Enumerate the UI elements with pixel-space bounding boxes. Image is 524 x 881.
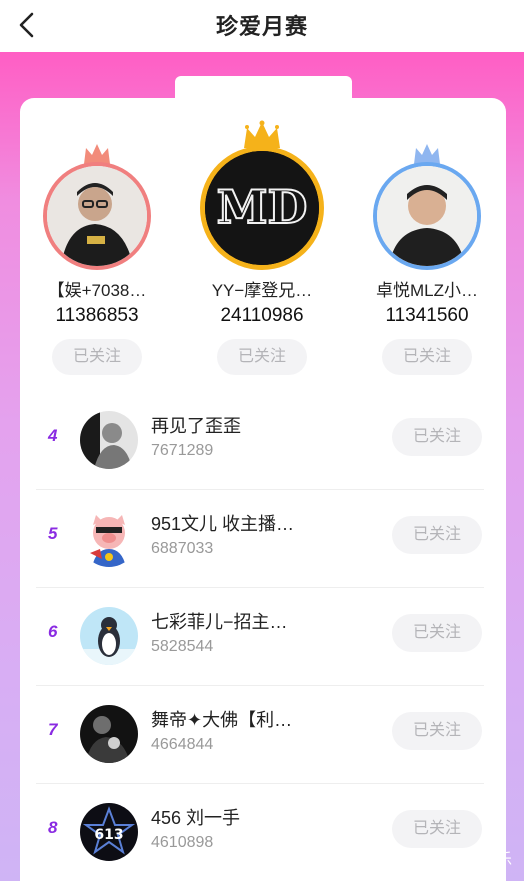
avatar[interactable]: MD [200,146,324,270]
pig-cartoon-icon [80,509,138,567]
user-score: 5828544 [151,638,214,655]
podium-score: 24110986 [220,305,304,326]
follow-button[interactable]: 已关注 [392,810,482,848]
user-name: 七彩菲儿−招主… [151,612,288,632]
rank-number: 4 [48,426,58,445]
podium-third: 卓悦MLZ小… 11341560 已关注 [362,142,492,375]
rank-number: 7 [48,720,58,739]
podium-first: MD YY−摩登兄… 24110986 已关注 [197,120,327,375]
user-name: 再见了歪歪 [151,416,241,436]
list-item[interactable]: 6 七彩菲儿−招主… 5828544 已关注 [36,588,502,686]
follow-button[interactable]: 已关注 [382,339,472,375]
person-photo-icon [80,705,138,763]
person-photo-icon [80,411,138,469]
follow-button[interactable]: 已关注 [217,339,307,375]
list-item[interactable]: 7 舞帝✦大佛【利… 4664844 已关注 [36,686,502,784]
rank-number: 6 [48,622,58,641]
podium-name: 卓悦MLZ小… [376,281,478,300]
follow-button[interactable]: 已关注 [392,516,482,554]
avatar[interactable] [80,411,138,469]
podium-score: 11341560 [385,305,469,326]
top-bar: 珍爱月赛 [0,0,524,52]
avatar[interactable] [80,705,138,763]
rank-number: 8 [48,818,58,837]
follow-button[interactable]: 已关注 [52,339,142,375]
watermark-text: 头条 @粉丝邦娱乐 [387,851,512,868]
user-name: 舞帝✦大佛【利… [151,710,293,730]
list-item[interactable]: 5 951文儿 收主播… 6887033 已关注 [36,490,502,588]
avatar[interactable] [373,162,481,270]
avatar[interactable]: 613 [80,803,138,861]
podium-name: 【娱+7038… [47,281,147,300]
podium-second: 【娱+7038… 11386853 已关注 [32,142,162,375]
user-score: 4610898 [151,834,214,851]
rank-number: 5 [48,524,58,543]
user-score: 4664844 [151,736,214,753]
person-photo-icon [377,166,477,266]
md-logo-icon: MD [205,151,319,265]
follow-button[interactable]: 已关注 [392,614,482,652]
list-item[interactable]: 4 再见了歪歪 7671289 已关注 [36,392,502,490]
user-score: 6887033 [151,540,214,557]
avatar[interactable] [80,607,138,665]
avatar-text: 613 [94,827,123,843]
page-title: 珍爱月赛 [215,14,308,39]
user-name: 456 刘一手 [151,808,241,828]
follow-button[interactable]: 已关注 [392,712,482,750]
penguin-icon [80,607,138,665]
user-score: 7671289 [151,442,214,459]
follow-button[interactable]: 已关注 [392,418,482,456]
person-photo-icon [47,166,147,266]
podium-name: YY−摩登兄… [211,281,313,300]
podium-score: 11386853 [55,305,139,326]
star-logo-icon: 613 [80,803,138,861]
avatar-text: MD [217,180,308,234]
avatar[interactable] [80,509,138,567]
user-name: 951文儿 收主播… [151,514,295,534]
avatar[interactable] [43,162,151,270]
